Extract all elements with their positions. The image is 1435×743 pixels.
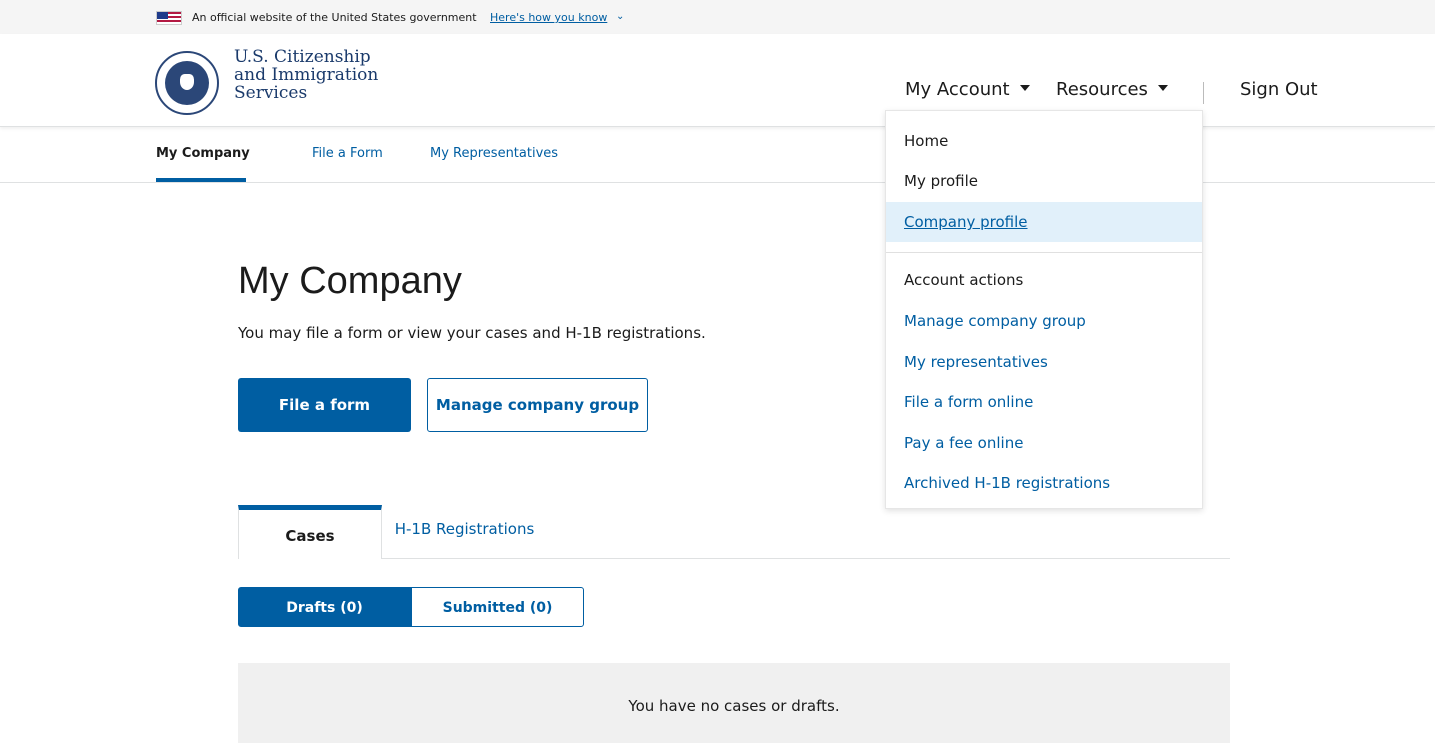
- caret-down-icon: [1157, 85, 1168, 91]
- dropdown-item-manage-company-group[interactable]: Manage company group: [886, 301, 1202, 341]
- manage-company-group-button[interactable]: Manage company group: [427, 378, 648, 432]
- my-account-label: My Account: [905, 79, 1010, 100]
- resources-label: Resources: [1056, 79, 1148, 100]
- empty-state-panel: You have no cases or drafts.: [238, 663, 1230, 743]
- page-subtitle: You may file a form or view your cases a…: [238, 324, 706, 342]
- resources-menu[interactable]: Resources: [1056, 79, 1168, 100]
- gov-banner: An official website of the United States…: [0, 0, 1435, 34]
- my-account-dropdown: Home My profile Company profile Account …: [885, 110, 1203, 509]
- dropdown-item-my-profile[interactable]: My profile: [886, 161, 1202, 201]
- active-tab-indicator: [156, 178, 246, 182]
- case-tabs: Cases H-1B Registrations: [238, 505, 1230, 559]
- site-header: U.S. Citizenship and Immigration Service…: [0, 34, 1435, 127]
- dhs-seal-logo[interactable]: [155, 51, 219, 115]
- logo-line-2: and Immigration: [234, 65, 379, 85]
- dropdown-item-pay-a-fee-online[interactable]: Pay a fee online: [886, 423, 1202, 463]
- page-title: My Company: [238, 260, 462, 302]
- sub-nav-my-representatives[interactable]: My Representatives: [430, 146, 558, 161]
- tab-h1b-registrations[interactable]: H-1B Registrations: [382, 505, 547, 558]
- file-a-form-button[interactable]: File a form: [238, 378, 411, 432]
- seal-inner: [165, 61, 209, 105]
- dropdown-item-home[interactable]: Home: [886, 121, 1202, 161]
- us-flag-icon: [156, 11, 182, 25]
- submitted-toggle[interactable]: Submitted (0): [411, 587, 584, 627]
- dropdown-item-file-a-form-online[interactable]: File a form online: [886, 382, 1202, 422]
- my-account-menu[interactable]: My Account: [905, 79, 1030, 100]
- dropdown-item-my-representatives[interactable]: My representatives: [886, 342, 1202, 382]
- account-actions-heading: Account actions: [904, 271, 1024, 289]
- sub-nav-my-company[interactable]: My Company: [156, 146, 250, 161]
- drafts-toggle[interactable]: Drafts (0): [238, 587, 411, 627]
- caret-down-icon: [1019, 85, 1030, 91]
- gov-banner-text: An official website of the United States…: [192, 11, 477, 24]
- dropdown-item-company-profile[interactable]: Company profile: [886, 202, 1202, 242]
- heres-how-you-know-link[interactable]: Here's how you know: [490, 11, 607, 24]
- sub-nav-file-a-form[interactable]: File a Form: [312, 146, 383, 161]
- empty-state-message: You have no cases or drafts.: [628, 697, 840, 715]
- logo-line-1: U.S. Citizenship: [234, 47, 371, 67]
- uscis-logo-text[interactable]: U.S. Citizenship and Immigration Service…: [234, 48, 378, 102]
- dropdown-divider: [886, 252, 1202, 253]
- eagle-icon: [180, 74, 194, 90]
- chevron-down-icon[interactable]: ⌄: [616, 11, 624, 22]
- sign-out-link[interactable]: Sign Out: [1240, 79, 1318, 100]
- sub-nav: My Company File a Form My Representative…: [0, 126, 1435, 183]
- logo-line-3: Services: [234, 83, 308, 103]
- nav-divider: [1203, 82, 1204, 104]
- tab-cases[interactable]: Cases: [238, 505, 382, 559]
- dropdown-item-archived-h1b-registrations[interactable]: Archived H-1B registrations: [886, 463, 1202, 503]
